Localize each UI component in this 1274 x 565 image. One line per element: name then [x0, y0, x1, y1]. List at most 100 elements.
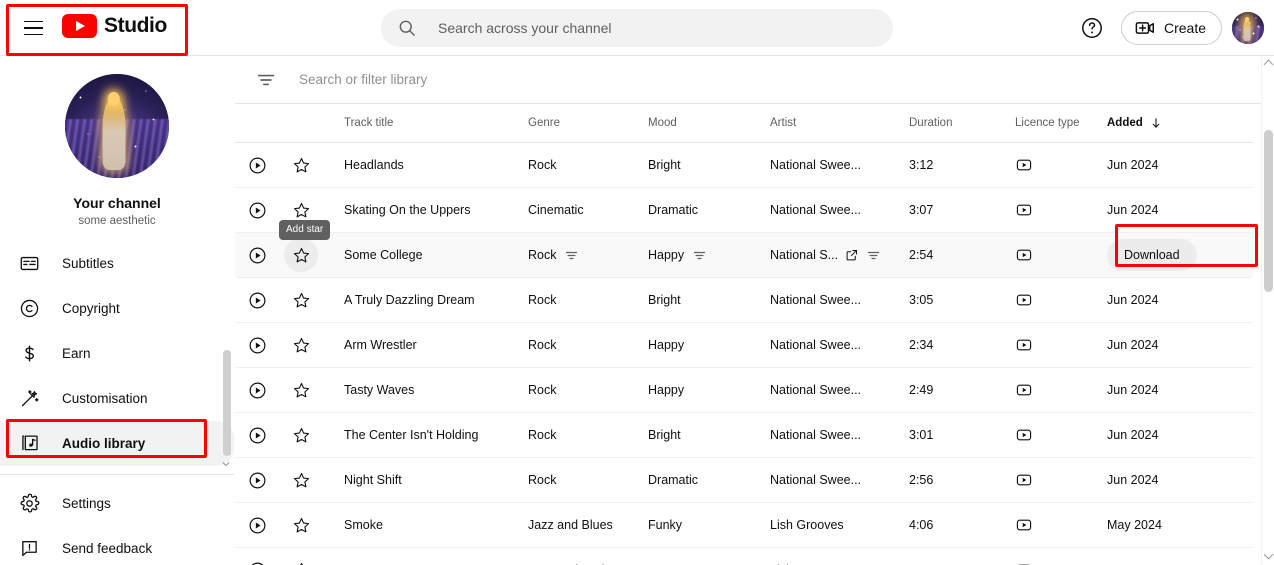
sidebar-item-earn[interactable]: Earn: [0, 331, 234, 376]
add-star-button[interactable]: [284, 508, 318, 542]
sidebar-item-customisation[interactable]: Customisation: [0, 376, 234, 421]
play-track-button[interactable]: [235, 426, 279, 445]
table-row[interactable]: Headlands Rock Bright National Swee... 3:12 J…: [235, 143, 1253, 188]
star-outline-icon[interactable]: [292, 291, 311, 310]
table-row[interactable]: So SweetR&B and soulHappyLish Grooves2:2…: [235, 548, 1253, 565]
scroll-up-arrow[interactable]: [1263, 59, 1274, 70]
studio-logo[interactable]: Studio: [62, 14, 167, 38]
column-header-track-title[interactable]: Track title: [323, 117, 528, 129]
play-track-button[interactable]: [235, 336, 279, 355]
play-circle-icon[interactable]: [248, 336, 267, 355]
filter-icon[interactable]: [692, 248, 707, 263]
column-header-genre[interactable]: Genre: [528, 117, 648, 129]
star-outline-icon[interactable]: [292, 201, 311, 220]
filter-icon[interactable]: [255, 69, 277, 91]
scroll-down-arrow[interactable]: [1263, 549, 1274, 560]
star-outline-icon[interactable]: [292, 516, 311, 535]
sidebar-item-audio-library[interactable]: Audio library: [0, 421, 234, 466]
table-row[interactable]: A Truly Dazzling Dream Rock Bright National…: [235, 278, 1253, 323]
sidebar-item-copyright[interactable]: Copyright: [0, 286, 234, 331]
star-cell[interactable]: [279, 418, 323, 452]
track-title[interactable]: Night Shift: [323, 473, 528, 487]
sidebar-item-send-feedback[interactable]: Send feedback: [0, 526, 234, 565]
star-cell[interactable]: [279, 463, 323, 497]
sidebar-scroll-down-arrow[interactable]: [222, 460, 230, 468]
create-button[interactable]: Create: [1120, 11, 1222, 45]
track-title[interactable]: Tasty Waves: [323, 383, 528, 397]
star-cell[interactable]: [279, 508, 323, 542]
track-title[interactable]: Arm Wrestler: [323, 338, 528, 352]
column-header-licence-type[interactable]: Licence type: [1006, 117, 1102, 129]
star-outline-icon[interactable]: [292, 426, 311, 445]
play-circle-icon[interactable]: [248, 246, 267, 265]
play-track-button[interactable]: [235, 471, 279, 490]
add-star-button[interactable]: [284, 238, 318, 272]
play-circle-icon[interactable]: [248, 561, 267, 565]
play-circle-icon[interactable]: [248, 201, 267, 220]
star-outline-icon[interactable]: [292, 246, 311, 265]
play-circle-icon[interactable]: [248, 426, 267, 445]
channel-avatar[interactable]: [65, 74, 169, 178]
play-track-button[interactable]: [235, 246, 279, 265]
star-cell[interactable]: [279, 193, 323, 227]
channel-search-box[interactable]: [381, 9, 893, 47]
play-track-button[interactable]: [235, 561, 279, 565]
add-star-button[interactable]: [284, 418, 318, 452]
play-circle-icon[interactable]: [248, 381, 267, 400]
table-row[interactable]: Tasty Waves Rock Happy National Swee... 2:49…: [235, 368, 1253, 413]
play-track-button[interactable]: [235, 516, 279, 535]
star-cell[interactable]: [279, 553, 323, 565]
main-scrollbar-thumb[interactable]: [1264, 130, 1273, 292]
play-track-button[interactable]: [235, 156, 279, 175]
add-star-button[interactable]: [284, 553, 318, 565]
star-outline-icon[interactable]: [292, 156, 311, 175]
column-header-added[interactable]: Added: [1102, 117, 1242, 129]
table-row[interactable]: Night Shift Rock Dramatic National Swee... 2…: [235, 458, 1253, 503]
add-star-button[interactable]: [284, 328, 318, 362]
star-cell[interactable]: [279, 283, 323, 317]
play-track-button[interactable]: [235, 381, 279, 400]
track-title[interactable]: Some College: [323, 248, 528, 262]
play-track-button[interactable]: [235, 291, 279, 310]
search-input[interactable]: [436, 19, 866, 37]
star-cell[interactable]: [279, 148, 323, 182]
sidebar-item-settings[interactable]: Settings: [0, 481, 234, 526]
account-avatar[interactable]: [1232, 12, 1264, 44]
track-title[interactable]: Skating On the Uppers: [323, 203, 528, 217]
star-outline-icon[interactable]: [292, 561, 311, 565]
library-filter-input[interactable]: [297, 71, 717, 88]
column-header-artist[interactable]: Artist: [770, 117, 909, 129]
star-cell[interactable]: [279, 238, 323, 272]
open-in-new-icon[interactable]: [845, 248, 859, 262]
filter-icon[interactable]: [866, 248, 881, 263]
play-circle-icon[interactable]: [248, 471, 267, 490]
add-star-button[interactable]: [284, 463, 318, 497]
sidebar-item-subtitles[interactable]: Subtitles: [0, 241, 234, 286]
star-cell[interactable]: [279, 328, 323, 362]
table-row[interactable]: Arm Wrestler Rock Happy National Swee... 2:3…: [235, 323, 1253, 368]
column-header-mood[interactable]: Mood: [648, 117, 770, 129]
play-circle-icon[interactable]: [248, 291, 267, 310]
add-star-button[interactable]: [284, 193, 318, 227]
filter-icon[interactable]: [564, 248, 579, 263]
track-title[interactable]: A Truly Dazzling Dream: [323, 293, 528, 307]
star-outline-icon[interactable]: [292, 381, 311, 400]
star-cell[interactable]: [279, 373, 323, 407]
play-track-button[interactable]: [235, 201, 279, 220]
table-row[interactable]: Smoke Jazz and Blues Funky Lish Grooves 4:06…: [235, 503, 1253, 548]
sidebar-scrollbar-thumb[interactable]: [223, 350, 231, 456]
track-title[interactable]: The Center Isn't Holding: [323, 428, 528, 442]
column-header-duration[interactable]: Duration: [909, 117, 1006, 129]
track-title[interactable]: Smoke: [323, 518, 528, 532]
table-row[interactable]: Skating On the Uppers Cinematic Dramatic Na…: [235, 188, 1253, 233]
add-star-button[interactable]: [284, 148, 318, 182]
track-title[interactable]: Headlands: [323, 158, 528, 172]
add-star-button[interactable]: [284, 283, 318, 317]
table-row[interactable]: Some College Rock Happy National S... 2:54 Do…: [235, 233, 1253, 278]
help-circle-icon[interactable]: [1080, 16, 1104, 40]
star-outline-icon[interactable]: [292, 471, 311, 490]
table-row[interactable]: The Center Isn't Holding Rock Bright Nation…: [235, 413, 1253, 458]
play-circle-icon[interactable]: [248, 156, 267, 175]
star-outline-icon[interactable]: [292, 336, 311, 355]
hamburger-menu-icon[interactable]: [18, 13, 48, 43]
